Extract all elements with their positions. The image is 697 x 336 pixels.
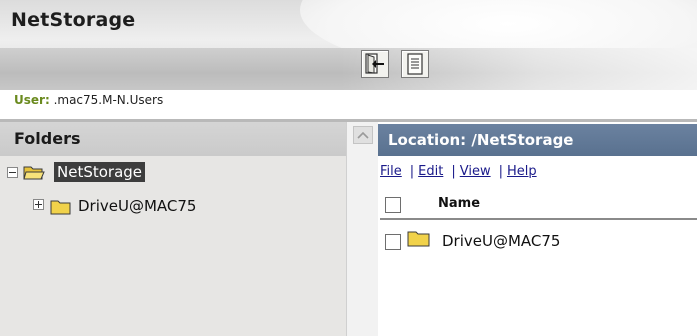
folders-title: Folders	[14, 129, 81, 148]
menu-view[interactable]: View	[460, 164, 491, 179]
scrollbar[interactable]	[346, 122, 378, 336]
folder-icon	[50, 200, 71, 215]
scroll-up-button[interactable]	[353, 126, 373, 144]
expand-icon[interactable]	[33, 199, 44, 210]
app-header: NetStorage	[0, 0, 697, 90]
menu-file[interactable]: File	[380, 164, 402, 179]
folders-header: Folders	[0, 122, 346, 156]
toolbar	[0, 48, 697, 90]
logout-icon[interactable]	[361, 50, 389, 78]
column-header-name[interactable]: Name	[438, 196, 480, 211]
tree-item-label[interactable]: DriveU@MAC75	[78, 197, 196, 215]
tree-item-driveu[interactable]: DriveU@MAC75	[0, 196, 240, 218]
menu-separator: |	[409, 164, 415, 179]
location-label: Location: /NetStorage	[388, 131, 574, 149]
select-all-checkbox[interactable]	[385, 197, 401, 213]
folders-pane: Folders NetStorage DriveU@MAC75	[0, 122, 346, 336]
collapse-icon[interactable]	[7, 167, 18, 178]
table-header-rule	[380, 218, 697, 220]
tree-item-label[interactable]: NetStorage	[54, 162, 146, 182]
user-value: .mac75.M-N.Users	[53, 93, 164, 107]
file-name[interactable]: DriveU@MAC75	[442, 232, 560, 250]
menu-edit[interactable]: Edit	[418, 164, 443, 179]
menu-help[interactable]: Help	[507, 164, 537, 179]
user-label: User:	[14, 93, 50, 107]
folder-icon	[407, 231, 430, 247]
chevron-up-icon	[357, 131, 369, 139]
document-icon[interactable]	[401, 50, 429, 78]
menu-separator: |	[451, 164, 456, 179]
user-info: User: .mac75.M-N.Users	[14, 93, 163, 107]
row-checkbox[interactable]	[385, 234, 401, 250]
app-title: NetStorage	[11, 9, 136, 31]
location-bar: Location: /NetStorage	[378, 124, 697, 156]
menu-separator: |	[498, 164, 503, 179]
tree-item-netstorage[interactable]: NetStorage	[0, 162, 200, 184]
menu-bar: File | Edit | View | Help	[380, 164, 537, 179]
open-folder-icon	[23, 166, 45, 180]
